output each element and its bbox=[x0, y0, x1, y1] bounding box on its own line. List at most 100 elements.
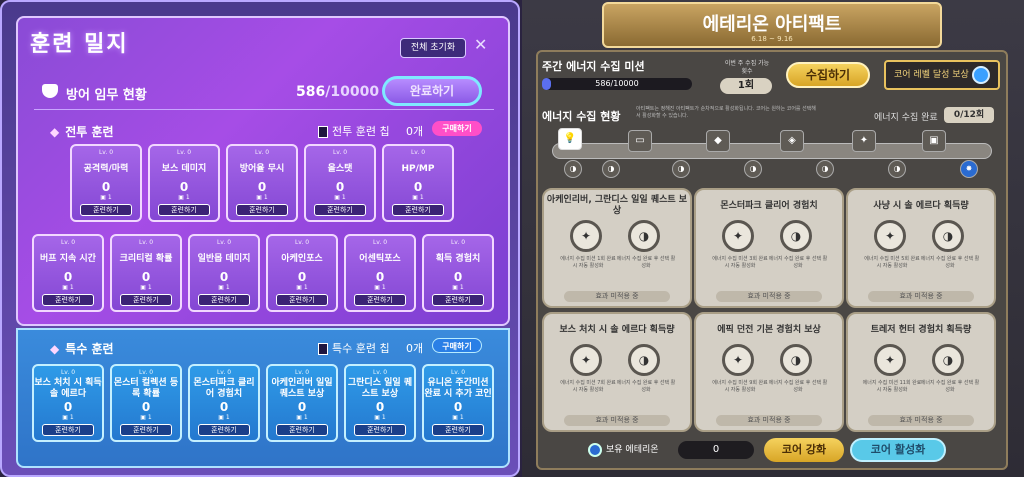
training-card: Lv. 0 크리티컬 확률 0 ▣ 1 훈련하기 bbox=[110, 234, 182, 312]
artifact-card[interactable]: 트레저 헌터 경험치 획득량 ✦ ◑ 에너지 수집 미션 11회 완료 시 자동 활성… bbox=[846, 312, 996, 432]
artifact-card[interactable]: 에픽 던전 기본 경험치 보상 ✦ ◑ 에너지 수집 미션 9회 완료 시 자동 활성… bbox=[694, 312, 844, 432]
core-reward-button[interactable]: 코어 레벨 달성 보상 bbox=[884, 60, 1000, 90]
artifact-condition: 에너지 수집 미션 1회 완료 시 자동 활성화 bbox=[560, 256, 616, 269]
train-button[interactable]: 훈련하기 bbox=[198, 424, 250, 436]
training-card: Lv. 0 보스 처치 시 획득 솔 에르다 0 ▣ 1 훈련하기 bbox=[32, 364, 104, 442]
train-button[interactable]: 훈련하기 bbox=[354, 294, 406, 306]
artifact-name: 아케인리버, 그란디스 일일 퀘스트 보상 bbox=[546, 195, 688, 216]
card-cost-value: 1 bbox=[459, 414, 464, 421]
weekly-mission-label: 주간 에너지 수집 미션 bbox=[542, 60, 645, 73]
card-cost-value: 1 bbox=[381, 284, 386, 291]
node-icon: ◑ bbox=[888, 160, 906, 178]
cat-icon: ◆ bbox=[706, 130, 730, 152]
card-name: 유니온 주간미션 완료 시 추가 코인 bbox=[424, 378, 492, 399]
artifact-card[interactable]: 아케인리버, 그란디스 일일 퀘스트 보상 ✦ ◑ 에너지 수집 미션 1회 완료 시… bbox=[542, 188, 692, 308]
card-level: Lv. 0 bbox=[294, 239, 310, 246]
training-card: Lv. 0 획득 경험치 0 ▣ 1 훈련하기 bbox=[422, 234, 494, 312]
train-button[interactable]: 훈련하기 bbox=[120, 424, 172, 436]
train-button[interactable]: 훈련하기 bbox=[158, 204, 210, 216]
training-panel: 훈련 밀지 전체 초기화 ✕ 방어 임무 현황 586/10000 완료하기 ◆… bbox=[0, 0, 520, 477]
card-cost: ▣ 1 bbox=[178, 194, 190, 201]
artifact-card[interactable]: 몬스터파크 클리어 경험치 ✦ ◑ 에너지 수집 미션 3회 완료 시 자동 활성화 에… bbox=[694, 188, 844, 308]
train-button[interactable]: 훈련하기 bbox=[276, 424, 328, 436]
card-cost-value: 1 bbox=[303, 414, 308, 421]
weekly-count-value: 1회 bbox=[720, 78, 772, 94]
train-button[interactable]: 훈련하기 bbox=[198, 294, 250, 306]
train-button[interactable]: 훈련하기 bbox=[392, 204, 444, 216]
complete-button[interactable]: 완료하기 bbox=[382, 76, 482, 106]
artifact-name: 트레저 헌터 경험치 획득량 bbox=[870, 324, 972, 335]
train-button[interactable]: 훈련하기 bbox=[354, 424, 406, 436]
energy-complete-label: 에너지 수집 완료 bbox=[874, 113, 938, 123]
panel-title: 훈련 밀지 bbox=[30, 32, 129, 57]
card-cost-value: 1 bbox=[263, 194, 268, 201]
combat-buy-button[interactable]: 구매하기 bbox=[432, 121, 482, 136]
card-value: 0 bbox=[335, 180, 345, 194]
card-cost: ▣ 1 bbox=[296, 284, 308, 291]
card-cost: ▣ 1 bbox=[140, 284, 152, 291]
card-level: Lv. 0 bbox=[450, 239, 466, 246]
train-button[interactable]: 훈련하기 bbox=[314, 204, 366, 216]
card-name: 몬스터파크 클리어 경험치 bbox=[193, 378, 255, 399]
artifact-panel: 에테리온 아티팩트 6.18 ~ 9.16 주간 에너지 수집 미션 586/1… bbox=[522, 0, 1024, 477]
card-cost: ▣ 1 bbox=[140, 414, 152, 421]
core-activate-button[interactable]: 코어 활성화 bbox=[850, 438, 946, 462]
mission-label: 방어 임무 현황 bbox=[66, 88, 147, 103]
combat-header: ◆ 전투 훈련 bbox=[50, 125, 114, 139]
training-card: Lv. 0 아케인리버 일일 퀘스트 보상 0 ▣ 1 훈련하기 bbox=[266, 364, 338, 442]
card-value: 0 bbox=[297, 270, 307, 284]
artifact-icon: ✦ bbox=[722, 220, 754, 252]
artifact-icon: ✦ bbox=[570, 220, 602, 252]
card-cost-value: 1 bbox=[381, 414, 386, 421]
card-cost-value: 1 bbox=[69, 414, 74, 421]
training-card: Lv. 0 어센틱포스 0 ▣ 1 훈련하기 bbox=[344, 234, 416, 312]
core-slot-icon: ◑ bbox=[780, 344, 812, 376]
card-level: Lv. 0 bbox=[216, 369, 232, 376]
core-enhance-button[interactable]: 코어 강화 bbox=[764, 438, 844, 462]
artifact-card[interactable]: 사냥 시 솔 에르다 획득량 ✦ ◑ 에너지 수집 미션 5회 완료 시 자동 활성화… bbox=[846, 188, 996, 308]
card-value: 0 bbox=[413, 180, 423, 194]
node-icon: ◑ bbox=[816, 160, 834, 178]
training-card: Lv. 0 방어율 무시 0 ▣ 1 훈련하기 bbox=[226, 144, 298, 222]
card-level: Lv. 0 bbox=[60, 369, 76, 376]
special-buy-button[interactable]: 구매하기 bbox=[432, 338, 482, 353]
train-button[interactable]: 훈련하기 bbox=[432, 294, 484, 306]
core-condition: 에너지 수집 완료 후 선택 활성화 bbox=[616, 256, 676, 269]
card-level: Lv. 0 bbox=[176, 149, 192, 156]
train-button[interactable]: 훈련하기 bbox=[236, 204, 288, 216]
train-button[interactable]: 훈련하기 bbox=[276, 294, 328, 306]
combat-chip-label: 전투 훈련 칩 bbox=[332, 125, 390, 138]
card-name: 공격력/마력 bbox=[83, 163, 129, 174]
special-header: ◆ 특수 훈련 bbox=[50, 342, 114, 356]
core-reward-label: 코어 레벨 달성 보상 bbox=[894, 70, 969, 80]
collect-button[interactable]: 수집하기 bbox=[786, 62, 870, 88]
core-condition: 에너지 수집 완료 후 선택 활성화 bbox=[920, 380, 980, 393]
core-condition: 에너지 수집 완료 후 선택 활성화 bbox=[768, 256, 828, 269]
card-cost-value: 1 bbox=[225, 414, 230, 421]
core-slot-icon: ◑ bbox=[780, 220, 812, 252]
card-cost-value: 1 bbox=[341, 194, 346, 201]
train-button[interactable]: 훈련하기 bbox=[80, 204, 132, 216]
card-cost: ▣ 1 bbox=[374, 414, 386, 421]
card-cost-value: 1 bbox=[69, 284, 74, 291]
train-button[interactable]: 훈련하기 bbox=[432, 424, 484, 436]
card-cost: ▣ 1 bbox=[412, 194, 424, 201]
training-card: Lv. 0 유니온 주간미션 완료 시 추가 코인 0 ▣ 1 훈련하기 bbox=[422, 364, 494, 442]
artifact-icon: ✦ bbox=[570, 344, 602, 376]
card-cost-value: 1 bbox=[459, 284, 464, 291]
train-button[interactable]: 훈련하기 bbox=[42, 424, 94, 436]
close-icon[interactable]: ✕ bbox=[474, 35, 487, 54]
card-value: 0 bbox=[453, 400, 463, 414]
combat-title: 전투 훈련 bbox=[65, 125, 114, 139]
card-level: Lv. 0 bbox=[216, 239, 232, 246]
train-button[interactable]: 훈련하기 bbox=[120, 294, 172, 306]
artifact-status: 효과 미적용 중 bbox=[716, 415, 822, 426]
card-cost-value: 1 bbox=[419, 194, 424, 201]
train-button[interactable]: 훈련하기 bbox=[42, 294, 94, 306]
progress-total: /10000 bbox=[325, 84, 380, 100]
chest-icon: ▣ bbox=[922, 130, 946, 152]
artifact-card[interactable]: 보스 처치 시 솔 에르다 획득량 ✦ ◑ 에너지 수집 미션 7회 완료 시 자동 … bbox=[542, 312, 692, 432]
card-value: 0 bbox=[375, 270, 385, 284]
reset-all-button[interactable]: 전체 초기화 bbox=[400, 38, 466, 58]
card-value: 0 bbox=[141, 400, 151, 414]
